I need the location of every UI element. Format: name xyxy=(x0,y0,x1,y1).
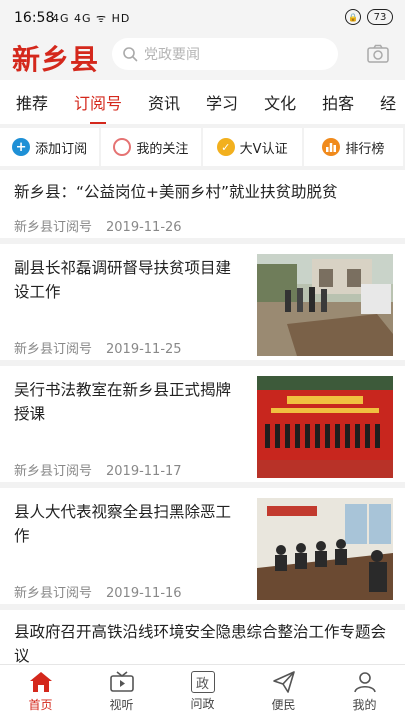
article-source: 新乡县订阅号 xyxy=(14,220,93,235)
bottom-navigation: 首页 视听 政 问政 便民 我的 xyxy=(0,664,405,720)
tab-photographer[interactable]: 拍客 xyxy=(322,90,354,114)
big-v-verify-button[interactable]: ✓ 大V认证 xyxy=(202,128,302,166)
ranking-icon xyxy=(322,138,341,156)
article-source: 新乡县订阅号 xyxy=(14,342,93,357)
meeting-room-photo xyxy=(257,498,393,600)
article-title: 县人大代表视察全县扫黑除恶工作 xyxy=(14,503,232,545)
heart-circle-icon xyxy=(113,138,132,156)
my-follows-button[interactable]: 我的关注 xyxy=(101,128,201,166)
nav-services[interactable]: 便民 xyxy=(243,665,324,720)
article-title: 副县长祁磊调研督导扶贫项目建设工作 xyxy=(14,259,232,301)
tab-economy[interactable]: 经 xyxy=(380,90,396,114)
article-date: 2019-11-16 xyxy=(106,586,182,601)
article-meta: 新乡县订阅号 2019-11-25 xyxy=(14,338,182,357)
rotation-lock-icon: 🔒 xyxy=(345,9,361,25)
shortcut-label: 我的关注 xyxy=(136,141,189,157)
construction-site-photo xyxy=(257,254,393,356)
plus-icon: + xyxy=(12,138,31,156)
article-date: 2019-11-26 xyxy=(106,220,182,235)
article-title: 新乡县：“公益岗位+美丽乡村”就业扶贫助脱贫 xyxy=(14,183,338,201)
search-icon xyxy=(123,47,138,62)
tv-icon xyxy=(109,671,134,692)
tab-study[interactable]: 学习 xyxy=(206,90,238,114)
article-source: 新乡县订阅号 xyxy=(14,586,93,601)
channel-tabs: 推荐 订阅号 资讯 学习 文化 拍客 经 xyxy=(0,80,405,124)
nav-label: 视听 xyxy=(109,698,134,712)
shortcut-label: 排行榜 xyxy=(345,141,385,157)
article-title: 吴行书法教室在新乡县正式揭牌授课 xyxy=(14,381,232,423)
ceremony-stage-photo xyxy=(257,376,393,478)
tab-subscription[interactable]: 订阅号 xyxy=(74,90,122,124)
nav-label: 首页 xyxy=(28,698,53,712)
article-feed: 新乡县：“公益岗位+美丽乡村”就业扶贫助脱贫 新乡县订阅号 2019-11-26 … xyxy=(0,170,405,664)
shortcut-label: 添加订阅 xyxy=(35,141,88,157)
article-item[interactable]: 县人大代表视察全县扫黑除恶工作 新乡县订阅号 2019-11-16 xyxy=(0,488,405,610)
battery-icon: 73 xyxy=(367,9,393,25)
signal-icons: 4G 4G ᯤ HD xyxy=(52,12,131,25)
article-date: 2019-11-25 xyxy=(106,342,182,357)
search-input[interactable]: 党政要闻 xyxy=(112,38,338,70)
article-source: 新乡县订阅号 xyxy=(14,464,93,479)
article-item[interactable]: 副县长祁磊调研督导扶贫项目建设工作 新乡县订阅号 2019-11-25 xyxy=(0,244,405,366)
user-icon xyxy=(353,672,376,693)
nav-label: 我的 xyxy=(352,698,377,712)
article-title: 县政府召开高铁沿线环境安全隐患综合整治工作专题会议 xyxy=(14,623,387,664)
article-item[interactable]: 新乡县：“公益岗位+美丽乡村”就业扶贫助脱贫 新乡县订阅号 2019-11-26 xyxy=(0,170,405,244)
status-bar: 16:58 4G 4G ᯤ HD 🔒 73 xyxy=(0,0,405,36)
nav-label: 便民 xyxy=(271,698,296,712)
status-right: 🔒 73 xyxy=(345,9,393,25)
nav-label: 问政 xyxy=(190,697,215,711)
article-meta: 新乡县订阅号 2019-11-16 xyxy=(14,582,182,601)
article-item[interactable]: 吴行书法教室在新乡县正式揭牌授课 新乡县订阅号 2019-11-17 xyxy=(0,366,405,488)
article-meta: 新乡县订阅号 2019-11-17 xyxy=(14,460,182,479)
nav-me[interactable]: 我的 xyxy=(324,665,405,720)
app-header: 新乡县 党政要闻 xyxy=(0,36,405,80)
paper-plane-icon xyxy=(272,671,295,693)
tab-recommend[interactable]: 推荐 xyxy=(16,90,48,114)
add-subscription-button[interactable]: + 添加订阅 xyxy=(0,128,100,166)
home-icon xyxy=(29,672,52,692)
article-date: 2019-11-17 xyxy=(106,464,182,479)
tab-news[interactable]: 资讯 xyxy=(148,90,180,114)
nav-politics[interactable]: 政 问政 xyxy=(162,665,243,720)
verified-v-icon: ✓ xyxy=(216,138,235,156)
shortcut-bar: + 添加订阅 我的关注 ✓ 大V认证 排行榜 xyxy=(0,124,405,170)
nav-video[interactable]: 视听 xyxy=(81,665,162,720)
zheng-icon: 政 xyxy=(190,671,215,693)
tab-culture[interactable]: 文化 xyxy=(264,90,296,114)
article-meta: 新乡县订阅号 2019-11-26 xyxy=(14,216,182,235)
camera-icon[interactable] xyxy=(367,44,389,64)
ranking-button[interactable]: 排行榜 xyxy=(303,128,403,166)
search-placeholder: 党政要闻 xyxy=(144,47,200,63)
nav-home[interactable]: 首页 xyxy=(0,665,81,720)
shortcut-label: 大V认证 xyxy=(239,141,288,157)
article-item[interactable]: 县政府召开高铁沿线环境安全隐患综合整治工作专题会议 xyxy=(0,610,405,664)
app-logo[interactable]: 新乡县 xyxy=(12,38,99,78)
status-time: 16:58 xyxy=(14,10,55,26)
